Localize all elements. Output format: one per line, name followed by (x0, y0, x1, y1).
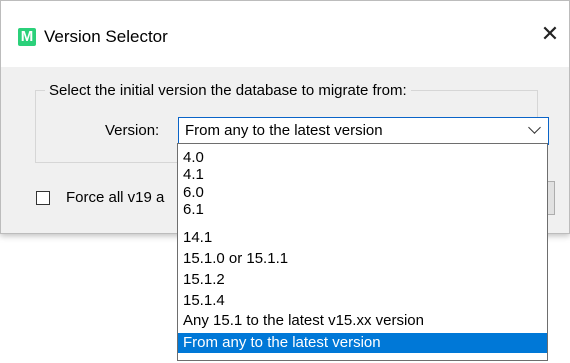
version-label: Version: (105, 122, 160, 139)
window-title: Version Selector (44, 27, 168, 46)
version-option[interactable]: 4.1 (178, 166, 547, 183)
version-option[interactable]: 4.0 (178, 149, 547, 166)
version-option[interactable]: Any 15.1 to the latest v15.xx version (178, 312, 547, 329)
title-bar: M Version Selector ✕ (1, 1, 569, 67)
version-option[interactable]: 6.0 (178, 184, 547, 201)
version-select[interactable]: From any to the latest version (178, 117, 549, 145)
app-logo-icon: M (18, 28, 36, 46)
version-option[interactable]: 15.1.4 (178, 292, 547, 309)
close-icon[interactable]: ✕ (537, 21, 563, 47)
version-option[interactable]: 6.1 (178, 201, 547, 218)
version-option-selected[interactable]: From any to the latest version (178, 333, 547, 353)
force-checkbox-label[interactable]: Force all v19 a (66, 189, 164, 207)
chevron-down-icon[interactable] (528, 121, 541, 134)
version-option[interactable]: 15.1.2 (178, 271, 547, 288)
version-option[interactable]: 14.1 (178, 229, 547, 246)
force-checkbox[interactable] (36, 191, 50, 205)
version-select-value: From any to the latest version (185, 122, 383, 139)
version-dropdown-list: 4.0 4.1 6.0 6.1 14.1 15.1.0 or 15.1.1 15… (177, 143, 548, 361)
version-option[interactable]: 15.1.0 or 15.1.1 (178, 250, 547, 267)
group-legend: Select the initial version the database … (45, 82, 411, 100)
